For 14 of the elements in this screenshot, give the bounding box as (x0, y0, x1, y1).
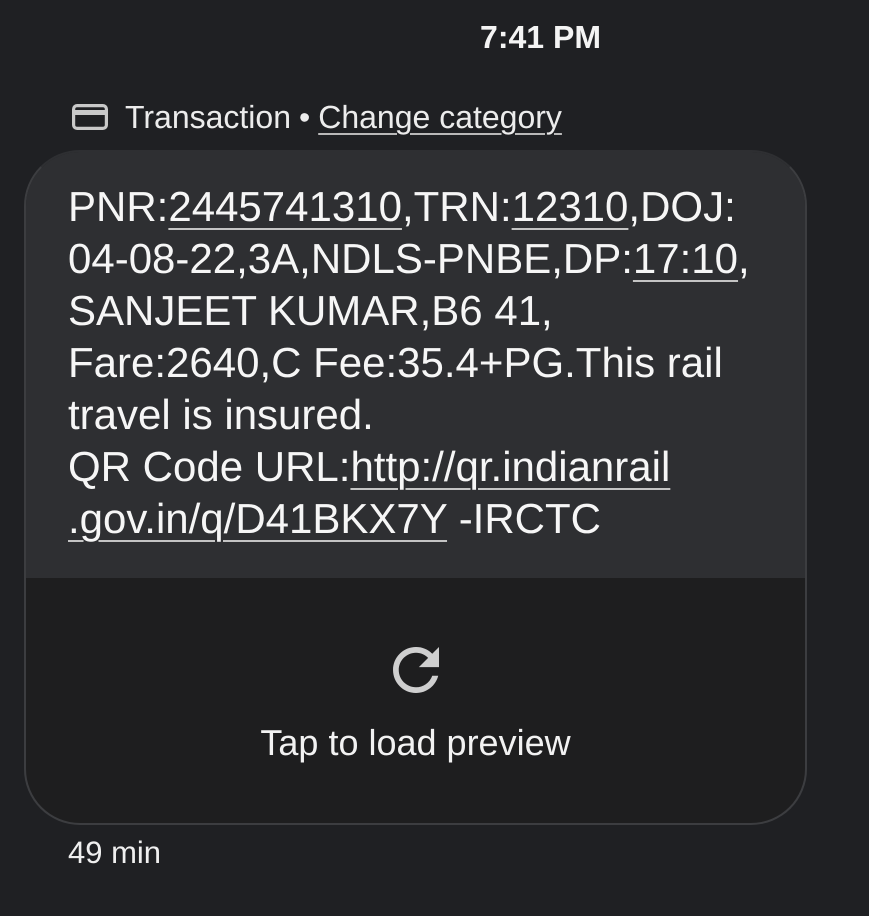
change-category-link[interactable]: Change category (318, 98, 562, 136)
load-preview-button[interactable]: Tap to load preview (260, 647, 571, 763)
message-link[interactable]: .gov.in/q/D41BKX7Y (68, 495, 448, 542)
message-link[interactable]: 17:10 (632, 235, 738, 282)
message-link[interactable]: http://qr.indianrail (350, 443, 670, 490)
category-label: Transaction (125, 98, 291, 136)
separator-dot: • (299, 98, 310, 136)
message-link[interactable]: 12310 (512, 183, 628, 230)
card-icon (72, 104, 108, 130)
message-link[interactable]: 2445741310 (168, 183, 402, 230)
message-age: 49 min (68, 835, 162, 871)
refresh-icon (392, 647, 438, 693)
message-time: 7:41 PM (480, 18, 601, 56)
message-text: PNR:2445741310,TRN:12310,DOJ: 04-08-22,3A,NDLS-PNBE,DP:17:10, SANJEET KUMAR,B6 41, Fare:2640,C Fee:35.4+PG.This rail travel is insured. QR Code URL:http://qr.indianrail .gov.in/q/D41BKX7Y -IRCTC (68, 182, 751, 544)
